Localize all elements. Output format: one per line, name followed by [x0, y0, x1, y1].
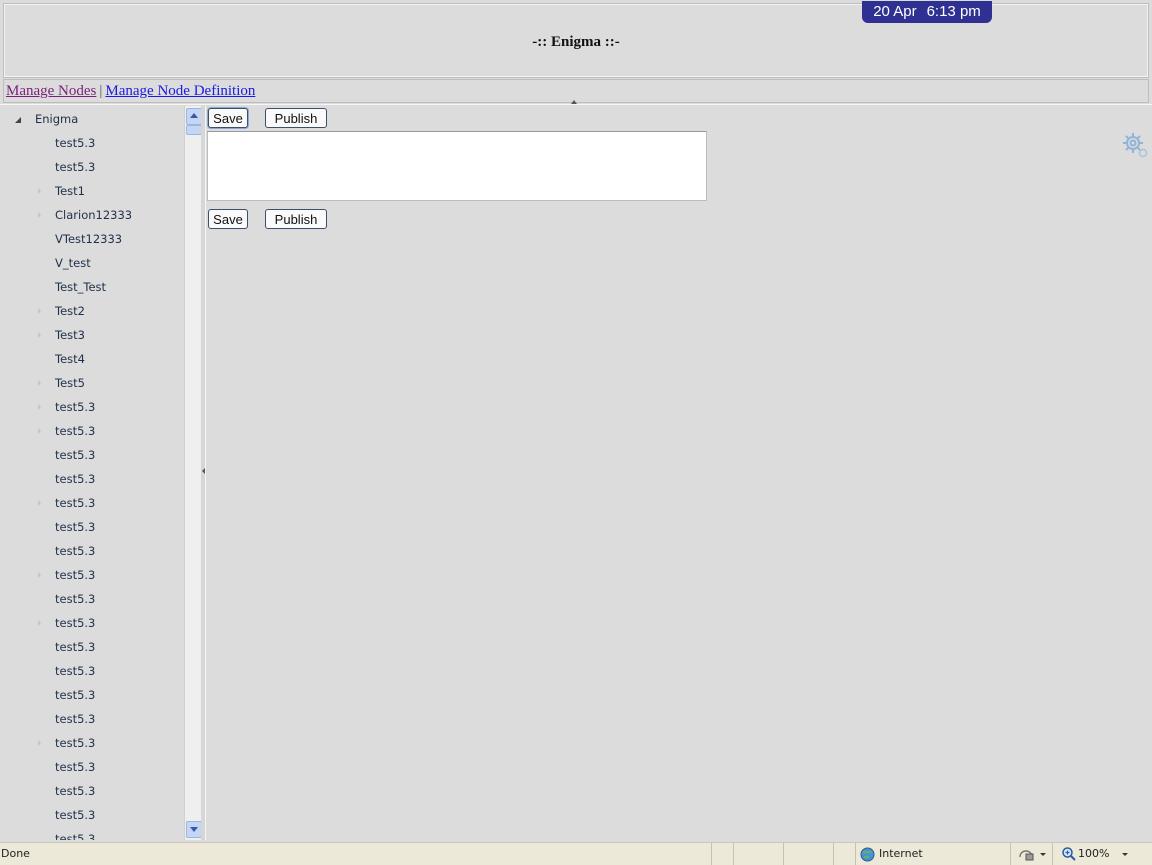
publish-button-bottom[interactable]: Publish [265, 209, 327, 229]
panel-splitter[interactable] [201, 106, 206, 840]
expand-arrow-icon[interactable] [38, 620, 41, 626]
tree-item[interactable]: test5.3 [55, 613, 95, 633]
expand-arrow-icon[interactable] [38, 332, 41, 338]
expand-arrow-icon[interactable] [38, 212, 41, 218]
tree-item[interactable]: test5.3 [55, 733, 95, 753]
tree-item[interactable]: test5.3 [55, 133, 95, 153]
expand-arrow-icon[interactable] [38, 500, 41, 506]
zoom-level[interactable]: 100% [1078, 843, 1109, 865]
expand-arrow-icon[interactable] [38, 404, 41, 410]
tree-item[interactable]: Test2 [55, 301, 85, 321]
tree-item[interactable]: V_test [55, 253, 91, 273]
tree-item[interactable]: test5.3 [55, 589, 95, 609]
page-header: 20 Apr 6:13 pm -:: Enigma ::- [3, 1, 1149, 78]
status-bar: Done Internet 100% [0, 842, 1152, 865]
status-divider [711, 843, 712, 865]
app-title: -:: Enigma ::- [532, 34, 620, 50]
divider [0, 104, 1152, 105]
zone-label: Internet [879, 847, 923, 860]
zoom-dropdown-icon[interactable] [1122, 853, 1128, 856]
node-tree: Enigma test5.3 test5.3 Test1 Clarion12333 VT… [0, 106, 184, 840]
security-dropdown-icon[interactable] [1040, 853, 1046, 856]
tree-item[interactable]: VTest12333 [55, 229, 122, 249]
tree-item[interactable]: test5.3 [55, 397, 95, 417]
status-divider [855, 843, 856, 865]
tree-item[interactable]: test5.3 [55, 493, 95, 513]
tree-item[interactable]: test5.3 [55, 781, 95, 801]
save-button-bottom[interactable]: Save [208, 209, 248, 229]
expand-arrow-icon[interactable] [38, 308, 41, 314]
status-divider [1010, 843, 1011, 865]
status-text: Done [1, 847, 30, 860]
gear-icon[interactable] [1120, 130, 1150, 160]
collapse-left-arrow-icon[interactable] [202, 468, 205, 474]
globe-icon [860, 847, 875, 862]
tree-item[interactable]: test5.3 [55, 445, 95, 465]
status-divider [1052, 843, 1053, 865]
tree-item[interactable]: test5.3 [55, 685, 95, 705]
tree-item[interactable]: test5.3 [55, 661, 95, 681]
security-icon[interactable] [1018, 847, 1036, 862]
datetime-badge: 20 Apr 6:13 pm [862, 1, 992, 23]
time-text: 6:13 pm [926, 3, 981, 20]
tree-item[interactable]: test5.3 [55, 517, 95, 537]
date-text: 20 Apr [873, 3, 917, 20]
scroll-up-button[interactable] [186, 108, 202, 125]
tree-item[interactable]: test5.3 [55, 709, 95, 729]
tree-item[interactable]: test5.3 [55, 757, 95, 777]
save-button-top[interactable]: Save [208, 108, 248, 128]
tree-item[interactable]: test5.3 [55, 469, 95, 489]
tree-item[interactable]: test5.3 [55, 541, 95, 561]
manage-node-definition-link[interactable]: Manage Node Definition [105, 83, 255, 99]
tree-root-enigma[interactable]: Enigma [35, 109, 78, 129]
tree-item[interactable]: Test4 [55, 349, 85, 369]
content-editor[interactable] [207, 131, 707, 201]
tree-item[interactable]: Test1 [55, 181, 85, 201]
expand-arrow-icon[interactable] [38, 188, 41, 194]
expand-arrow-icon[interactable] [38, 572, 41, 578]
tree-item[interactable]: test5.3 [55, 829, 95, 840]
tree-item[interactable]: test5.3 [55, 637, 95, 657]
scroll-down-button[interactable] [186, 821, 202, 838]
status-divider [733, 843, 734, 865]
status-divider [833, 843, 834, 865]
expand-arrow-icon[interactable] [38, 740, 41, 746]
tree-scrollbar[interactable] [184, 106, 202, 840]
tree-item[interactable]: Test3 [55, 325, 85, 345]
nav-separator: | [99, 83, 103, 99]
tree-item[interactable]: Test5 [55, 373, 85, 393]
scroll-thumb[interactable] [186, 125, 202, 135]
tree-item[interactable]: test5.3 [55, 565, 95, 585]
tree-item[interactable]: test5.3 [55, 805, 95, 825]
tree-item[interactable]: Test_Test [55, 277, 106, 297]
expand-arrow-icon[interactable] [38, 428, 41, 434]
tree-item[interactable]: Clarion12333 [55, 205, 132, 225]
expand-arrow-icon[interactable] [38, 380, 41, 386]
tree-item[interactable]: test5.3 [55, 421, 95, 441]
zoom-icon[interactable] [1062, 847, 1076, 861]
collapse-arrow-icon[interactable] [15, 117, 21, 123]
tree-item[interactable]: test5.3 [55, 157, 95, 177]
manage-nodes-link[interactable]: Manage Nodes [6, 83, 96, 99]
publish-button-top[interactable]: Publish [265, 108, 327, 128]
status-divider [783, 843, 784, 865]
